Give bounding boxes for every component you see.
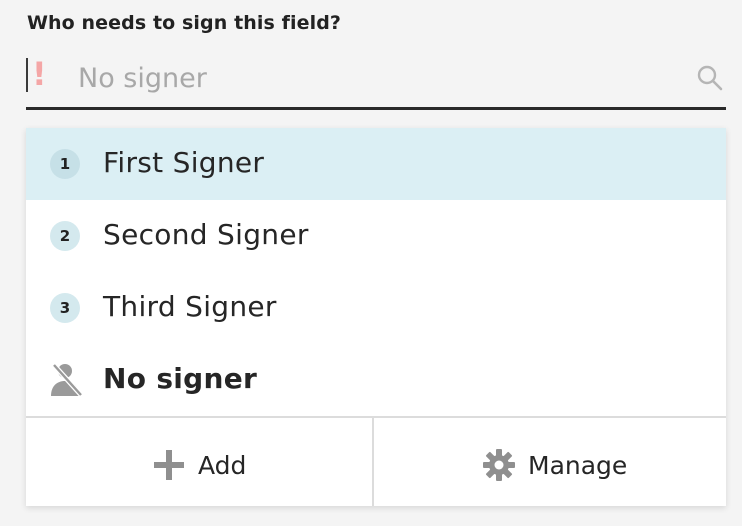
signer-number-badge: 1 <box>50 149 80 179</box>
field-question-label: Who needs to sign this field? <box>27 12 342 34</box>
text-caret <box>26 58 28 92</box>
signer-number-badge: 3 <box>50 293 80 323</box>
signer-search-field[interactable]: ! <box>26 52 726 110</box>
signer-picker-panel: Who needs to sign this field? ! 1 First … <box>0 0 742 526</box>
signer-option-second[interactable]: 2 Second Signer <box>26 200 726 272</box>
no-signer-icon <box>51 363 83 397</box>
signer-option-third[interactable]: 3 Third Signer <box>26 272 726 344</box>
signer-search-input[interactable] <box>78 56 658 100</box>
signer-dropdown: 1 First Signer 2 Second Signer 3 Third S… <box>26 128 726 506</box>
manage-button-label: Manage <box>528 450 628 480</box>
plus-icon <box>154 450 184 480</box>
signer-option-label: Second Signer <box>103 218 309 251</box>
search-icon[interactable] <box>696 64 724 92</box>
signer-option-label: First Signer <box>103 146 265 179</box>
signer-option-first[interactable]: 1 First Signer <box>26 128 726 200</box>
add-signer-button[interactable]: Add <box>26 418 374 506</box>
no-signer-label: No signer <box>103 362 258 395</box>
add-button-label: Add <box>198 450 247 480</box>
gear-icon <box>483 449 515 481</box>
warning-icon: ! <box>32 55 47 93</box>
dropdown-actions: Add Manage <box>26 416 726 506</box>
manage-signers-button[interactable]: Manage <box>376 418 726 506</box>
signer-option-none[interactable]: No signer <box>26 344 726 416</box>
signer-number-badge: 2 <box>50 221 80 251</box>
signer-option-label: Third Signer <box>103 290 277 323</box>
